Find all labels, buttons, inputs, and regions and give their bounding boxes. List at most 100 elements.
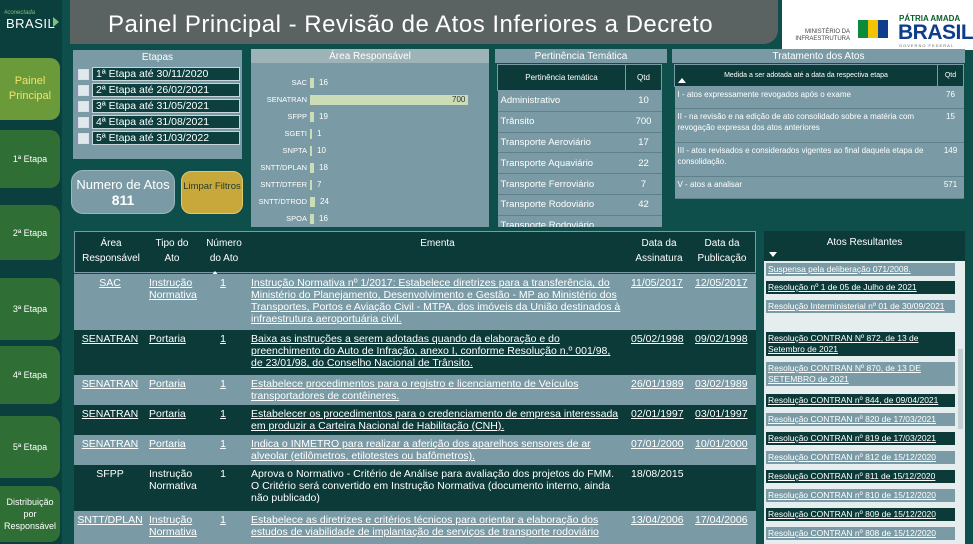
checkbox[interactable] xyxy=(78,132,89,144)
bar[interactable] xyxy=(310,78,314,88)
cell-tipo[interactable]: Portaria xyxy=(149,408,201,420)
bar-row[interactable]: SENATRAN 700 xyxy=(251,94,489,106)
ato-resultante-link[interactable]: Resolução nº 1 de 05 de Julho de 2021 xyxy=(766,281,955,294)
ato-resultante-link[interactable]: Resolução Interministerial nº 01 de 30/0… xyxy=(766,300,955,313)
table-row[interactable]: SENATRAN Portaria 1 Baixa as instruções a s… xyxy=(74,330,756,375)
cell-numero[interactable]: 1 xyxy=(202,333,244,345)
cell-ementa[interactable]: Indica o INMETRO para realizar a aferiçã… xyxy=(251,438,623,462)
cell-assinatura[interactable]: 13/04/2006 xyxy=(631,514,691,526)
cell-numero[interactable]: 1 xyxy=(202,378,244,390)
ato-resultante-link[interactable]: Resolução CONTRAN Nº 872, de 13 de Setem… xyxy=(766,332,955,356)
cell-area[interactable]: SNTT/DPLAN xyxy=(76,514,144,526)
table-row[interactable]: SENATRAN Portaria 1 Estabelecer os procedim… xyxy=(74,405,756,435)
cell-ementa[interactable]: Baixa as instruções a serem adotadas qua… xyxy=(251,333,623,369)
cell-numero[interactable]: 1 xyxy=(202,408,244,420)
table-row[interactable]: SENATRAN Portaria 1 Indica o INMETRO para r… xyxy=(74,435,756,465)
col-header-ementa[interactable]: Ementa xyxy=(250,236,625,251)
bar-row[interactable]: SNTT/DTROD 24 xyxy=(251,196,489,208)
col-header[interactable]: Medida a ser adotada até a data da respe… xyxy=(674,64,938,87)
table-row[interactable]: I - atos expressamente revogados após o … xyxy=(674,86,964,109)
nav-etapa-4[interactable]: 4ª Etapa xyxy=(0,346,60,404)
cell-tipo[interactable]: Portaria xyxy=(149,333,201,345)
table-row[interactable]: SAC Instrução Normativa 1 Instrução Normati… xyxy=(74,274,756,330)
bar[interactable] xyxy=(310,129,312,139)
cell-assinatura[interactable]: 11/05/2017 xyxy=(631,277,691,289)
cell-area[interactable]: SAC xyxy=(76,277,144,289)
table-row[interactable]: Transporte Aquaviário 22 xyxy=(497,152,662,175)
col-header[interactable]: Pertinência temática xyxy=(497,64,626,91)
col-header[interactable]: Qtd xyxy=(625,64,662,91)
checkbox[interactable] xyxy=(78,84,89,96)
atos-resultantes-header[interactable]: Atos Resultantes xyxy=(764,231,965,261)
cell-assinatura[interactable]: 26/01/1989 xyxy=(631,378,691,390)
bar[interactable] xyxy=(310,112,314,122)
cell-area[interactable]: SENATRAN xyxy=(76,438,144,450)
table-row[interactable]: Administrativo 10 xyxy=(497,90,662,112)
table-row[interactable]: II - na revisão e na edição de ato conso… xyxy=(674,108,964,143)
col-header[interactable]: Qtd xyxy=(937,64,964,87)
table-row[interactable]: Transporte Aeroviário 17 xyxy=(497,132,662,154)
cell-numero[interactable]: 1 xyxy=(202,438,244,450)
nav-distribuicao[interactable]: Distribuição por Responsável xyxy=(0,486,60,542)
col-header-assinatura[interactable]: Data da Assinatura xyxy=(628,236,690,266)
bar[interactable] xyxy=(310,95,468,105)
bar[interactable] xyxy=(310,197,315,207)
cell-publicacao[interactable]: 03/02/1989 xyxy=(695,378,755,390)
bar[interactable] xyxy=(310,180,312,190)
nav-etapa-3[interactable]: 3ª Etapa xyxy=(0,278,60,340)
table-row[interactable]: V - atos a analisar 571 xyxy=(674,176,964,199)
cell-numero[interactable]: 1 xyxy=(202,514,244,526)
etapa-option[interactable]: 3ª Etapa até 31/05/2021 xyxy=(78,99,240,113)
ato-resultante-link[interactable]: Resolução CONTRAN nº 820 de 17/03/2021 xyxy=(766,413,955,426)
bar[interactable] xyxy=(310,146,312,156)
bar-row[interactable]: SPOA 16 xyxy=(251,213,489,225)
cell-tipo[interactable]: Instrução Normativa xyxy=(149,277,201,301)
ato-resultante-link[interactable]: Resolução CONTRAN nº 812 de 15/12/2020 xyxy=(766,451,955,464)
cell-numero[interactable]: 1 xyxy=(202,277,244,289)
table-row[interactable]: Trânsito 700 xyxy=(497,111,662,133)
cell-ementa[interactable]: Instrução Normativa nº 1/2017: Estabelec… xyxy=(251,277,623,325)
table-row[interactable]: Transporte Rodoviário xyxy=(497,215,662,227)
cell-publicacao[interactable]: 09/02/1998 xyxy=(695,333,755,345)
bar-row[interactable]: SAC 16 xyxy=(251,77,489,89)
cell-publicacao[interactable]: 10/01/2000 xyxy=(695,438,755,450)
cell-area[interactable]: SENATRAN xyxy=(76,408,144,420)
table-row[interactable]: III - atos revisados e considerados vige… xyxy=(674,142,964,177)
scrollbar[interactable] xyxy=(958,349,963,429)
table-row[interactable]: Transporte Ferroviário 7 xyxy=(497,173,662,195)
nav-etapa-5[interactable]: 5ª Etapa xyxy=(0,416,60,478)
bar-row[interactable]: SGETI 1 xyxy=(251,128,489,140)
cell-assinatura[interactable]: 05/02/1998 xyxy=(631,333,691,345)
ato-resultante-link[interactable]: Resolução CONTRAN nº 844, de 09/04/2021 xyxy=(766,394,955,407)
table-row[interactable]: SENATRAN Portaria 1 Estabelece procedimento… xyxy=(74,375,756,405)
checkbox[interactable] xyxy=(78,68,89,80)
cell-tipo[interactable]: Portaria xyxy=(149,438,201,450)
cell-tipo[interactable]: Instrução Normativa xyxy=(149,514,201,538)
nav-etapa-1[interactable]: 1ª Etapa xyxy=(0,130,60,188)
etapa-option[interactable]: 4ª Etapa até 31/08/2021 xyxy=(78,115,240,129)
etapa-option[interactable]: 5ª Etapa até 31/03/2022 xyxy=(78,131,240,145)
ato-resultante-link[interactable]: Resolução CONTRAN nº 819 de 17/03/2021 xyxy=(766,432,955,445)
cell-area[interactable]: SENATRAN xyxy=(76,333,144,345)
bar-row[interactable]: SNTT/DTFER 7 xyxy=(251,179,489,191)
cell-assinatura[interactable]: 02/01/1997 xyxy=(631,408,691,420)
etapa-option[interactable]: 2ª Etapa até 26/02/2021 xyxy=(78,83,240,97)
ato-resultante-link[interactable]: Resolução CONTRAN Nº 870, de 13 DE SETEM… xyxy=(766,362,955,386)
cell-ementa[interactable]: Estabelece as diretrizes e critérios téc… xyxy=(251,514,623,538)
col-header-publicacao[interactable]: Data da Publicação xyxy=(692,236,752,266)
bar[interactable] xyxy=(310,163,314,173)
ato-resultante-link[interactable]: Resolução CONTRAN nº 811 de 15/12/2020 xyxy=(766,470,955,483)
table-row[interactable]: SNTT/DPLAN Instrução Normativa 1 Estabelece… xyxy=(74,511,756,544)
cell-tipo[interactable]: Portaria xyxy=(149,378,201,390)
ato-resultante-link[interactable]: Resolução CONTRAN nº 809 de 15/12/2020 xyxy=(766,508,955,521)
nav-painel-principal[interactable]: Painel Principal xyxy=(0,58,60,120)
bar-row[interactable]: SFPP 19 xyxy=(251,111,489,123)
cell-assinatura[interactable]: 07/01/2000 xyxy=(631,438,691,450)
bar-row[interactable]: SNTT/DPLAN 18 xyxy=(251,162,489,174)
cell-ementa[interactable]: Estabelece procedimentos para o registro… xyxy=(251,378,623,402)
table-row[interactable]: SFPP Instrução Normativa 1 Aprova o Normati… xyxy=(74,465,756,511)
col-header-tipo[interactable]: Tipo do Ato xyxy=(147,236,197,266)
ato-resultante-link[interactable]: Resolução CONTRAN nº 810 de 15/12/2020 xyxy=(766,489,955,502)
nav-etapa-2[interactable]: 2ª Etapa xyxy=(0,205,60,260)
cell-publicacao[interactable]: 12/05/2017 xyxy=(695,277,755,289)
